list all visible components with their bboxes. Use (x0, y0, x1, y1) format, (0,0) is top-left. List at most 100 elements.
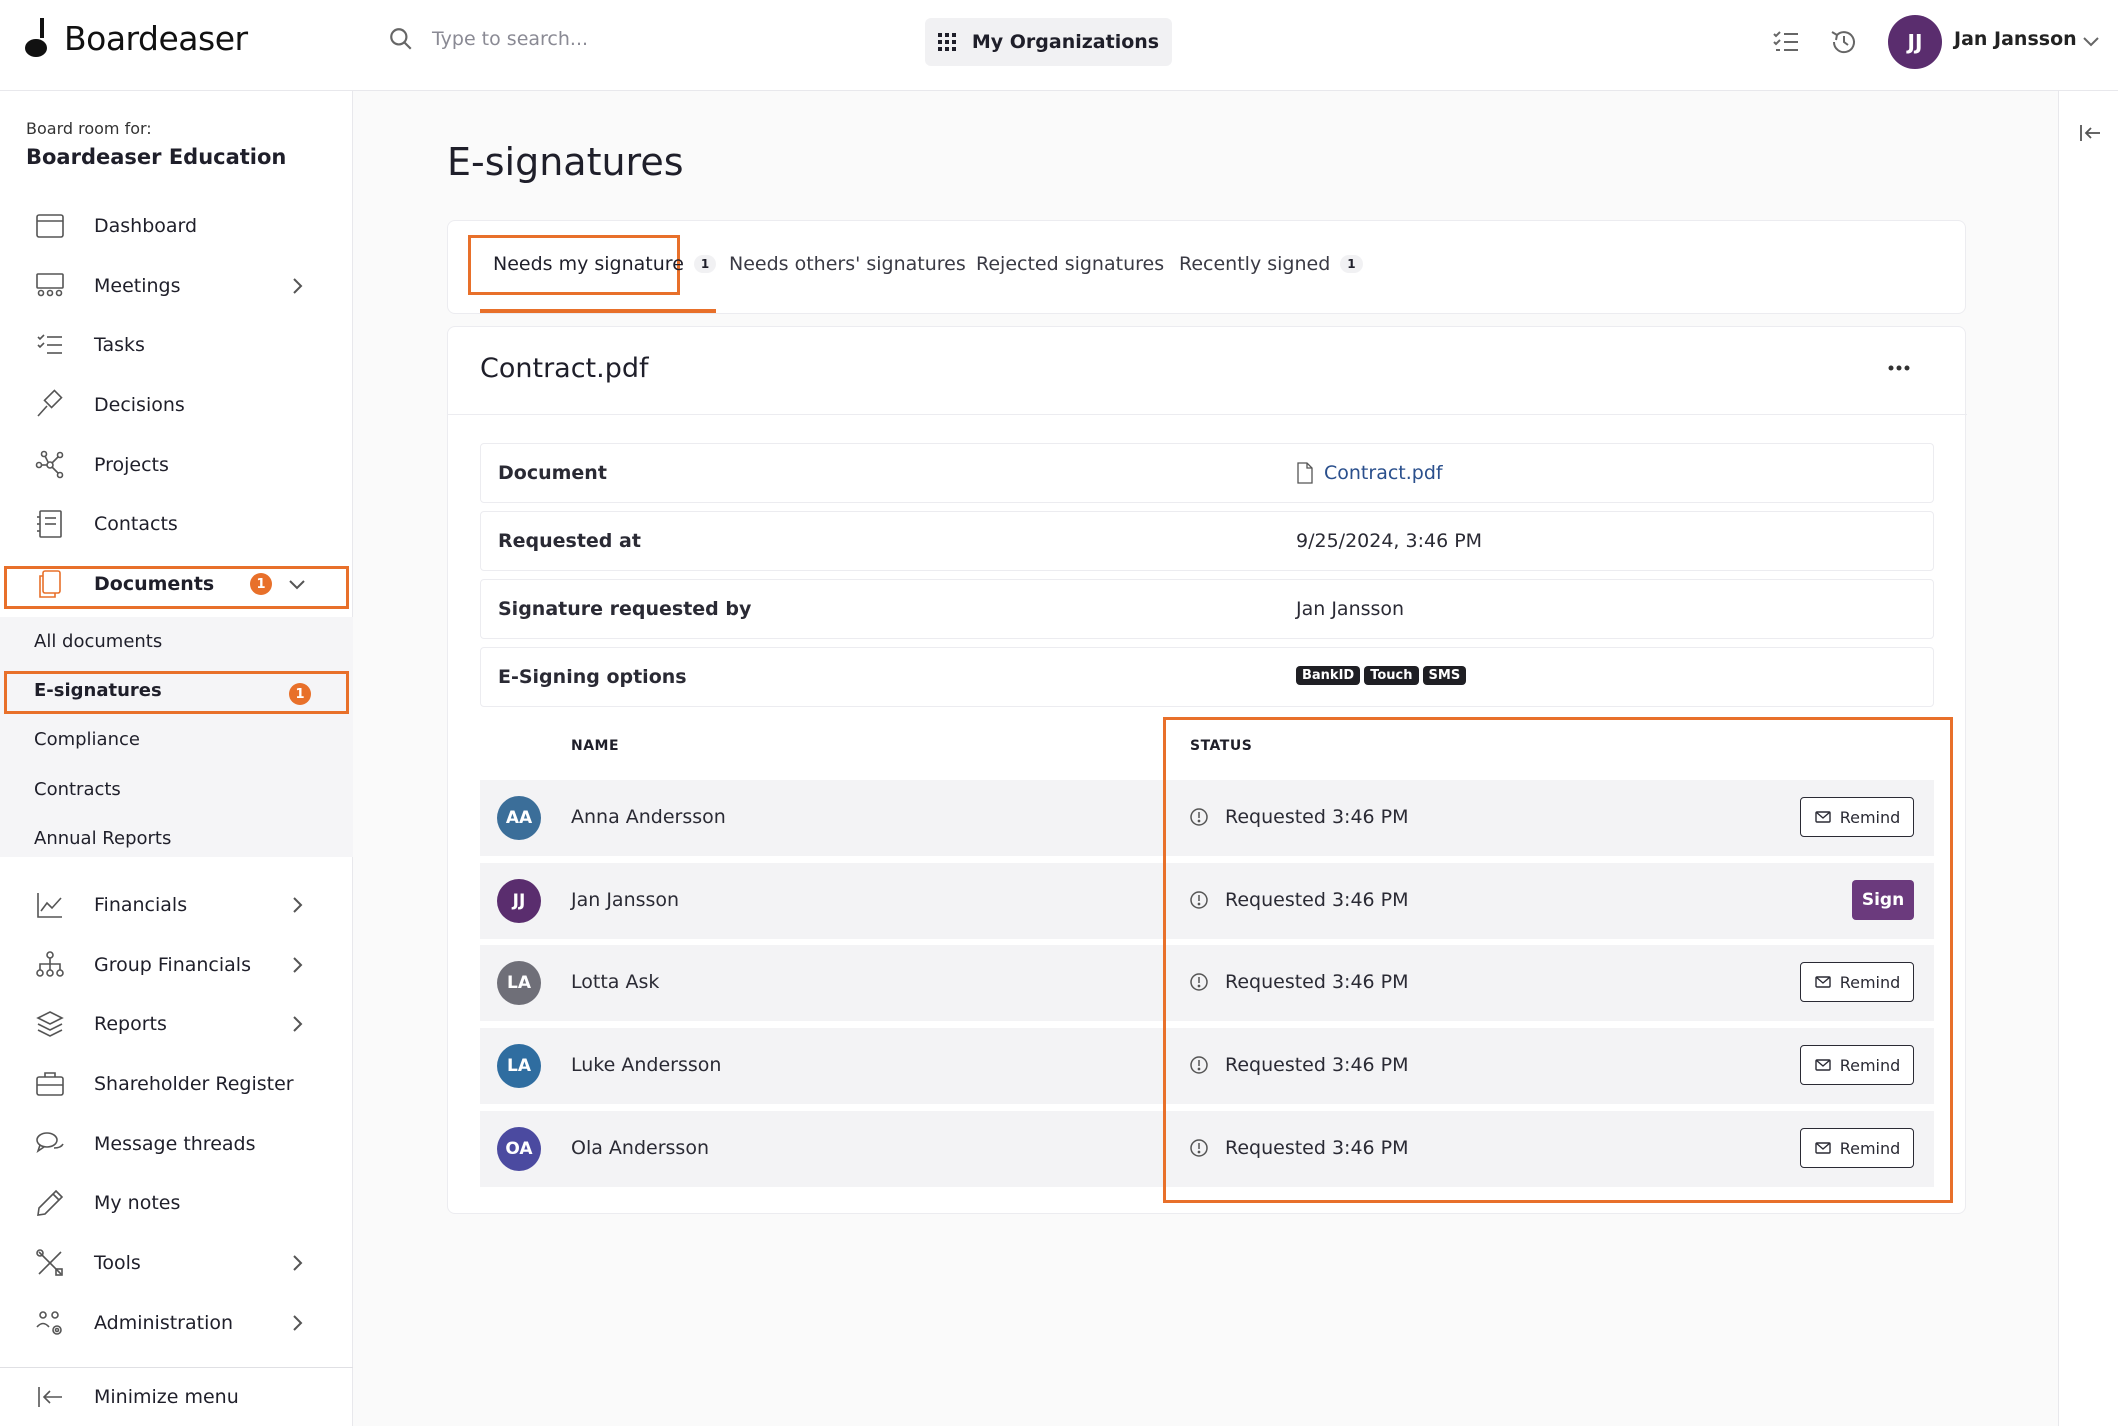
chevron-right-icon (293, 957, 303, 973)
board-for-label: Board room for: (26, 119, 152, 138)
info-key: Signature requested by (498, 598, 752, 620)
sidebar-item-tasks[interactable]: Tasks (0, 316, 353, 374)
sidebar-item-label: Decisions (94, 394, 185, 416)
document-link-text: Contract.pdf (1324, 462, 1443, 484)
board-name: Boardeaser Education (26, 145, 287, 169)
sidebar-item-dashboard[interactable]: Dashboard (0, 197, 353, 255)
sidebar-item-label: Administration (94, 1312, 234, 1334)
sidebar-item-group-financials[interactable]: Group Financials (0, 936, 353, 994)
sidebar-item-administration[interactable]: Administration (0, 1294, 353, 1352)
status-column-highlight (1163, 717, 1953, 1203)
active-tab-underline (480, 309, 716, 313)
sidebar-item-contacts[interactable]: Contacts (0, 495, 353, 553)
sidebar-item-label: Shareholder Register (94, 1073, 294, 1095)
search-icon (390, 28, 412, 50)
sidebar-item-my-notes[interactable]: My notes (0, 1174, 353, 1232)
logo-text: Boardeaser (64, 18, 248, 58)
info-key: Document (498, 462, 607, 484)
tab-recently-signed[interactable]: Recently signed 1 (1179, 253, 1363, 275)
chevron-right-icon (293, 1016, 303, 1032)
signing-option-pill: SMS (1422, 666, 1467, 685)
sidebar-item-message-threads[interactable]: Message threads (0, 1115, 353, 1173)
tools-icon (36, 1249, 63, 1276)
documents-highlight (4, 566, 349, 609)
top-bar: Boardeaser Type to search... My Organiza… (0, 0, 2118, 91)
sidebar-item-label: Meetings (94, 275, 181, 297)
tab-count: 1 (1340, 255, 1363, 273)
task-list-icon[interactable] (1770, 26, 1802, 58)
sidebar: Board room for: Boardeaser Education Das… (0, 91, 353, 1426)
submenu-item-contracts[interactable]: Contracts (34, 779, 121, 800)
calendar-icon (36, 214, 64, 238)
tab-needs-my-signature[interactable]: Needs my signature 1 (493, 253, 717, 275)
avatar: AA (497, 796, 541, 840)
tab-needs-others-signatures[interactable]: Needs others' signatures (729, 253, 966, 275)
pencil-icon (37, 1189, 64, 1216)
collapse-panel-icon[interactable] (2078, 121, 2102, 145)
search-bar[interactable]: Type to search... (388, 26, 588, 52)
info-key: E-Signing options (498, 666, 687, 688)
info-value: 9/25/2024, 3:46 PM (1296, 530, 1483, 552)
document-card: Contract.pdf Document Contract.pdf Reque… (447, 326, 1967, 1214)
my-organizations-button[interactable]: My Organizations (925, 18, 1172, 66)
sidebar-item-projects[interactable]: Projects (0, 436, 353, 494)
chevron-down-icon[interactable] (2080, 30, 2102, 52)
sidebar-item-label: Tasks (94, 334, 145, 356)
my-organizations-label: My Organizations (971, 31, 1160, 53)
grid-icon (937, 33, 956, 51)
search-placeholder[interactable]: Type to search... (432, 28, 588, 50)
gavel-icon (37, 389, 63, 417)
chevron-right-icon (293, 1315, 303, 1331)
briefcase-icon (36, 1072, 64, 1096)
collapse-left-icon (38, 1387, 62, 1407)
info-row-requested-at: Requested at 9/25/2024, 3:46 PM (480, 511, 1934, 571)
signer-name: Lotta Ask (571, 971, 660, 993)
sidebar-item-label: Group Financials (94, 954, 251, 976)
sidebar-item-label: Contacts (94, 513, 178, 535)
document-link[interactable]: Contract.pdf (1296, 462, 1443, 484)
avatar: LA (497, 961, 541, 1005)
history-icon[interactable] (1828, 26, 1860, 58)
sidebar-item-label: My notes (94, 1192, 181, 1214)
logo-icon (25, 18, 47, 57)
signer-name: Luke Andersson (571, 1054, 722, 1076)
layers-icon (36, 1011, 64, 1037)
tab-count: 1 (693, 255, 717, 273)
sidebar-item-label: Projects (94, 454, 169, 476)
user-name[interactable]: Jan Jansson (1954, 28, 2077, 50)
signer-name: Ola Andersson (571, 1137, 709, 1159)
app-logo[interactable]: Boardeaser (24, 14, 248, 62)
minimize-menu-button[interactable]: Minimize menu (0, 1368, 353, 1426)
tasks-icon (37, 334, 62, 354)
tab-label: Recently signed (1179, 253, 1331, 275)
submenu-item-compliance[interactable]: Compliance (34, 729, 140, 750)
tab-rejected-signatures[interactable]: Rejected signatures (976, 253, 1164, 275)
tab-label: Needs others' signatures (729, 253, 966, 275)
document-title: Contract.pdf (480, 353, 649, 384)
avatar: JJ (497, 879, 541, 923)
meeting-icon (36, 273, 64, 297)
e-signatures-highlight (4, 671, 349, 714)
sidebar-item-tools[interactable]: Tools (0, 1234, 353, 1292)
info-key: Requested at (498, 530, 641, 552)
sidebar-item-label: Financials (94, 894, 188, 916)
sidebar-item-financials[interactable]: Financials (0, 876, 353, 934)
sidebar-item-label: Tools (94, 1252, 141, 1274)
pdf-file-icon (1297, 462, 1313, 484)
sidebar-item-reports[interactable]: Reports (0, 995, 353, 1053)
submenu-item-all-documents[interactable]: All documents (34, 631, 162, 652)
chevron-right-icon (293, 897, 303, 913)
user-avatar[interactable]: JJ (1888, 15, 1942, 69)
column-header-name: NAME (571, 738, 620, 754)
sidebar-item-meetings[interactable]: Meetings (0, 257, 353, 315)
more-options-icon[interactable] (1888, 363, 1910, 373)
submenu-item-annual-reports[interactable]: Annual Reports (34, 828, 171, 849)
avatar: LA (497, 1044, 541, 1088)
sidebar-item-label: Dashboard (94, 215, 198, 237)
sidebar-item-label: Message threads (94, 1133, 256, 1155)
chevron-right-icon (293, 278, 303, 294)
sidebar-item-shareholder-register[interactable]: Shareholder Register (0, 1055, 353, 1113)
signing-options: BankID Touch SMS (1296, 666, 1470, 685)
sidebar-item-decisions[interactable]: Decisions (0, 376, 353, 434)
page-title: E-signatures (447, 140, 684, 184)
